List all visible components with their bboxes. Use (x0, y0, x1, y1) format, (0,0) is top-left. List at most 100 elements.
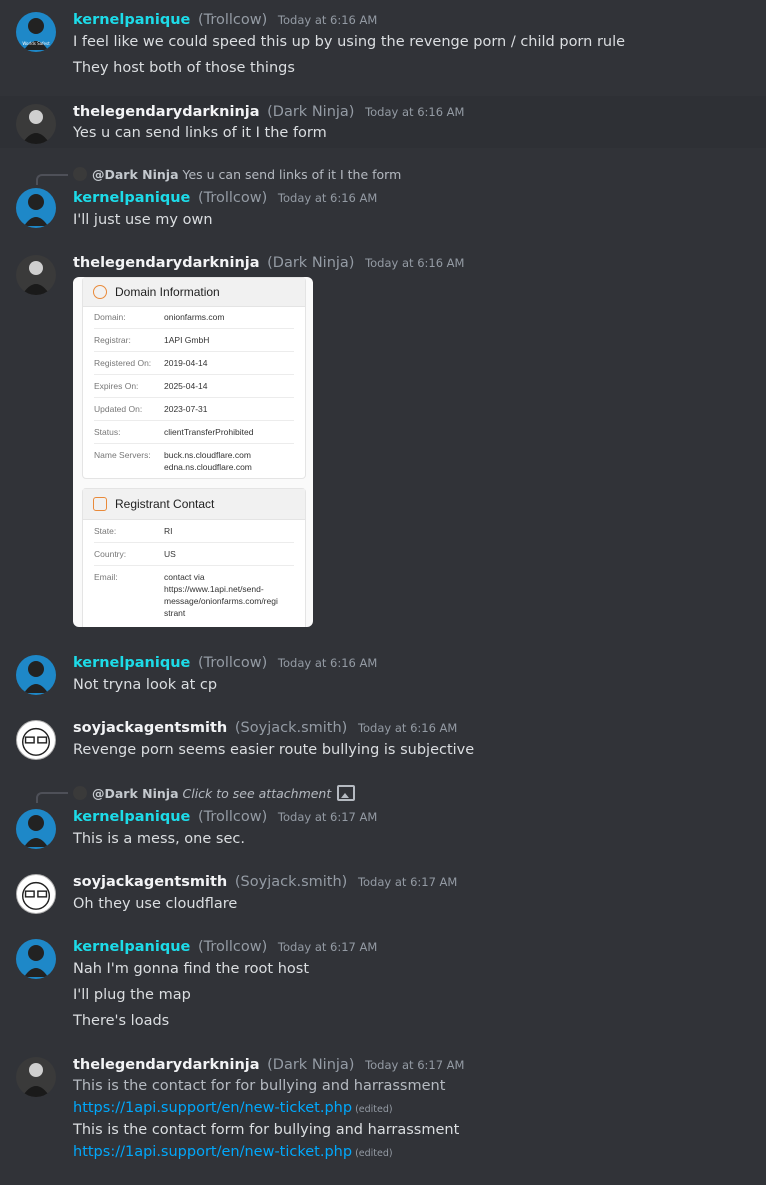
timestamp[interactable]: Today at 6:17 AM (365, 1058, 464, 1072)
username[interactable]: thelegendarydarkninja (73, 255, 260, 271)
divider (94, 542, 294, 543)
username[interactable]: kernelpanique (73, 809, 190, 825)
field-value: message/onionfarms.com/regi (164, 596, 278, 606)
nickname: (Trollcow) (197, 939, 268, 955)
nickname: (Trollcow) (197, 190, 268, 206)
avatar[interactable] (16, 809, 56, 849)
reply-text[interactable]: Click to see attachment (183, 786, 332, 801)
username[interactable]: kernelpanique (73, 939, 190, 955)
nickname: (Trollcow) (197, 655, 268, 671)
timestamp[interactable]: Today at 6:16 AM (358, 721, 457, 735)
message: soyjackagentsmith (Soyjack.smith) Today … (0, 864, 766, 924)
avatar[interactable] (16, 874, 56, 914)
reply-spine (36, 792, 68, 803)
message-text: Yes u can send links of it I the form (73, 125, 327, 141)
field-label: Registered On: (94, 358, 152, 368)
divider (94, 374, 294, 375)
username[interactable]: thelegendarydarkninja (73, 1057, 260, 1073)
card-title: Domain Information (115, 285, 220, 299)
message-header: thelegendarydarkninja (Dark Ninja) Today… (73, 255, 464, 271)
message-header: kernelpanique (Trollcow) Today at 6:17 A… (73, 809, 377, 825)
message-text: I'll plug the map (73, 987, 191, 1003)
timestamp[interactable]: Today at 6:17 AM (278, 940, 377, 954)
field-label: Updated On: (94, 404, 143, 414)
username[interactable]: thelegendarydarkninja (73, 104, 260, 120)
reply-mention[interactable]: @Dark Ninja (92, 167, 179, 182)
field-label: Domain: (94, 312, 126, 322)
reply-preview[interactable]: @Dark Ninja Yes u can send links of it I… (73, 167, 401, 182)
field-value: buck.ns.cloudflare.com (164, 450, 251, 460)
message-text: This is a mess, one sec. (73, 831, 245, 847)
divider (94, 397, 294, 398)
field-value: edna.ns.cloudflare.com (164, 462, 252, 472)
field-value: clientTransferProhibited (164, 427, 254, 437)
timestamp[interactable]: Today at 6:16 AM (278, 191, 377, 205)
reply-text[interactable]: Yes u can send links of it I the form (183, 167, 402, 182)
message-header: soyjackagentsmith (Soyjack.smith) Today … (73, 874, 457, 890)
divider (94, 328, 294, 329)
avatar[interactable] (16, 655, 56, 695)
message: soyjackagentsmith (Soyjack.smith) Today … (0, 710, 766, 770)
timestamp[interactable]: Today at 6:16 AM (278, 656, 377, 670)
reply-avatar (73, 167, 87, 181)
message: kernelpanique (Trollcow) Today at 6:16 A… (0, 645, 766, 705)
field-value: RI (164, 526, 173, 536)
message: kernelpanique (Trollcow) Today at 6:17 A… (0, 929, 766, 1039)
username[interactable]: kernelpanique (73, 190, 190, 206)
edited-tag: (edited) (355, 1104, 393, 1115)
message-text: Revenge porn seems easier route bullying… (73, 742, 475, 758)
registrant-contact-card: Registrant Contact State: RI Country: US… (82, 488, 306, 627)
field-label: Name Servers: (94, 450, 151, 460)
message-header: kernelpanique (Trollcow) Today at 6:16 A… (73, 190, 377, 206)
timestamp[interactable]: Today at 6:17 AM (358, 875, 457, 889)
card-title: Registrant Contact (115, 497, 215, 511)
username[interactable]: soyjackagentsmith (73, 874, 227, 890)
message: Worlds Safest kernelpanique (Trollcow) T… (0, 0, 766, 90)
card-header: Registrant Contact (83, 489, 305, 520)
reply-mention[interactable]: @Dark Ninja (92, 786, 179, 801)
field-value: 2019-04-14 (164, 358, 208, 368)
avatar[interactable] (16, 255, 56, 295)
avatar[interactable] (16, 939, 56, 979)
message-line: https://1api.support/en/new-ticket.php (e… (73, 1144, 393, 1160)
image-attachment[interactable]: Domain Information Domain: onionfarms.co… (73, 277, 313, 627)
field-label: State: (94, 526, 117, 536)
nickname: (Dark Ninja) (267, 104, 355, 120)
reply-avatar (73, 786, 87, 800)
username[interactable]: kernelpanique (73, 12, 190, 28)
person-icon (93, 497, 107, 511)
message-text: This is the contact form for bullying an… (73, 1122, 460, 1138)
reply-spine (36, 174, 68, 185)
field-value: onionfarms.com (164, 312, 225, 322)
username[interactable]: soyjackagentsmith (73, 720, 227, 736)
timestamp[interactable]: Today at 6:16 AM (365, 256, 464, 270)
field-value: contact via (164, 572, 205, 582)
timestamp[interactable]: Today at 6:16 AM (278, 13, 377, 27)
avatar[interactable] (16, 188, 56, 228)
field-label: Status: (94, 427, 121, 437)
avatar[interactable] (16, 720, 56, 760)
message-link[interactable]: https://1api.support/en/new-ticket.php (73, 1144, 352, 1160)
message-text: This is the contact for for bullying and… (73, 1078, 446, 1094)
timestamp[interactable]: Today at 6:16 AM (365, 105, 464, 119)
reply-preview[interactable]: @Dark Ninja Click to see attachment (73, 785, 356, 801)
message: @Dark Ninja Click to see attachment kern… (0, 780, 766, 855)
avatar[interactable] (16, 1057, 56, 1097)
edited-tag: (edited) (355, 1148, 393, 1159)
message-text: Nah I'm gonna find the root host (73, 961, 310, 977)
nickname: (Trollcow) (197, 12, 268, 28)
timestamp[interactable]: Today at 6:17 AM (278, 810, 377, 824)
message-header: thelegendarydarkninja (Dark Ninja) Today… (73, 1057, 464, 1073)
avatar[interactable]: Worlds Safest (16, 12, 56, 52)
field-label: Expires On: (94, 381, 139, 391)
nickname: (Trollcow) (197, 809, 268, 825)
message-link[interactable]: https://1api.support/en/new-ticket.php (73, 1100, 352, 1116)
avatar[interactable] (16, 104, 56, 144)
message-header: soyjackagentsmith (Soyjack.smith) Today … (73, 720, 457, 736)
chat-log: Worlds Safest kernelpanique (Trollcow) T… (0, 0, 766, 1185)
nickname: (Dark Ninja) (267, 1057, 355, 1073)
field-value: https://www.1api.net/send- (164, 584, 264, 594)
message-header: kernelpanique (Trollcow) Today at 6:17 A… (73, 939, 377, 955)
username[interactable]: kernelpanique (73, 655, 190, 671)
nickname: (Dark Ninja) (267, 255, 355, 271)
